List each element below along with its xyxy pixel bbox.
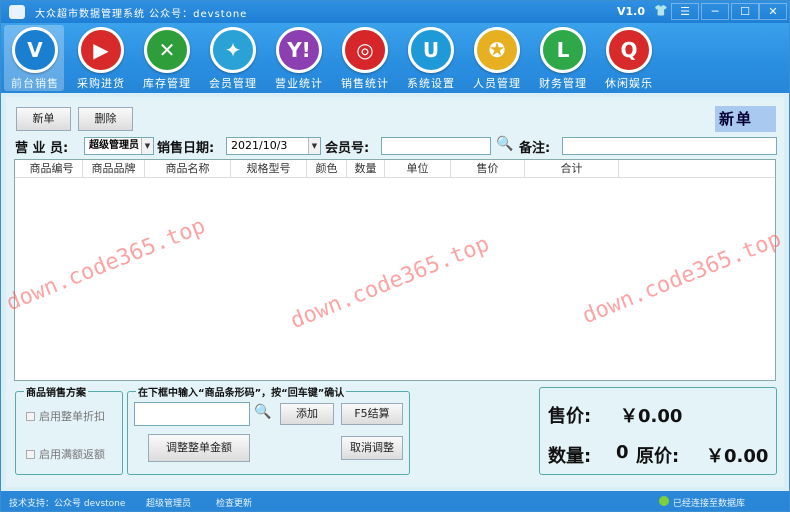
app-logo-icon	[9, 5, 25, 19]
promo-title: 商品销售方案	[24, 384, 88, 399]
db-connected-icon	[659, 496, 669, 506]
toolbar-item-6[interactable]: U 系统设置	[400, 25, 460, 91]
search-icon[interactable]: 🔍	[496, 136, 513, 152]
remark-label: 备注:	[519, 141, 551, 156]
toolbar-item-0[interactable]: V 前台销售	[4, 25, 64, 91]
qty-label: 数量:	[548, 446, 592, 467]
toolbar-label: 会员管理	[209, 77, 257, 90]
date-picker[interactable]: 2021/10/3 ▼	[226, 137, 321, 155]
delete-button[interactable]: 删除	[78, 107, 133, 131]
staff-value: 超级管理员	[89, 140, 139, 151]
sales-grid[interactable]: 商品编号 商品品牌 商品名称 规格型号 颜色 数量 单位 售价 合计	[14, 159, 776, 381]
orig-price-label: 原价:	[636, 446, 680, 467]
toolbar-item-4[interactable]: Y! 营业统计	[268, 25, 328, 91]
cancel-adjust-button[interactable]: 取消调整	[341, 436, 403, 460]
orig-price-value: ￥0.00	[706, 446, 769, 467]
minimize-icon[interactable]: ─	[701, 3, 729, 20]
column-header[interactable]: 商品名称	[145, 160, 231, 178]
discount-label: 启用整单折扣	[39, 410, 105, 423]
rebate-checkbox[interactable]: 启用满额返额	[26, 446, 105, 462]
toolbar-item-7[interactable]: ✪ 人员管理	[466, 25, 526, 91]
checkbox-icon	[26, 412, 35, 421]
support-text: 技术支持：公众号 devstone	[9, 499, 126, 509]
window-title: 大众超市数据管理系统 公众号：devstone	[35, 9, 248, 20]
remark-input[interactable]	[562, 137, 777, 155]
chevron-down-icon[interactable]: ▼	[308, 138, 320, 154]
chevron-down-icon[interactable]: ▼	[141, 138, 153, 154]
toolbar-item-8[interactable]: L 财务管理	[532, 25, 592, 91]
main-toolbar: V 前台销售 ▶ 采购进货 ✕ 库存管理 ✦ 会员管理 Y! 营业统计 ◎ 销售统计 U 系统设置 ✪ 人员管…	[1, 23, 789, 93]
toolbar-label: 前台销售	[11, 77, 59, 90]
column-header[interactable]: 颜色	[307, 160, 347, 178]
column-header[interactable]: 规格型号	[231, 160, 307, 178]
new-order-button[interactable]: 新单	[16, 107, 71, 131]
sales-panel: 新单 删除 新单 营 业 员: 超级管理员 ▼ 销售日期: 2021/10/3 …	[6, 97, 784, 487]
mode-badge: 新单	[715, 106, 776, 132]
column-header[interactable]: 单位	[385, 160, 451, 178]
barcode-group: 在下框中输入“商品条形码”，按“回车键”确认 🔍 添加 F5结算 调整整单金额 …	[127, 384, 410, 475]
current-user: 超级管理员	[146, 499, 192, 509]
toolbar-label: 库存管理	[143, 77, 191, 90]
column-header[interactable]: 数量	[347, 160, 385, 178]
toolbar-item-9[interactable]: Q 休闲娱乐	[598, 25, 658, 91]
column-header[interactable]: 商品编号	[21, 160, 83, 178]
toolbar-label: 系统设置	[407, 77, 455, 90]
play-icon: ▶	[78, 27, 124, 73]
finance-icon: L	[540, 27, 586, 73]
staff-select[interactable]: 超级管理员 ▼	[84, 137, 154, 155]
grid-header: 商品编号 商品品牌 商品名称 规格型号 颜色 数量 单位 售价 合计	[15, 160, 775, 178]
close-icon[interactable]: ✕	[759, 3, 787, 20]
check-update-link[interactable]: 检查更新	[216, 496, 252, 509]
share-icon: ✪	[474, 27, 520, 73]
date-value: 2021/10/3	[231, 139, 288, 152]
price-label: 售价:	[548, 406, 592, 427]
toolbar-label: 休闲娱乐	[605, 77, 653, 90]
toolbar-item-1[interactable]: ▶ 采购进货	[70, 25, 130, 91]
discount-checkbox[interactable]: 启用整单折扣	[26, 408, 105, 424]
price-value: ￥0.00	[620, 406, 683, 427]
title-bar: 大众超市数据管理系统 公众号：devstone V1.0 👕 ☰ ─ ☐ ✕	[1, 1, 789, 23]
toolbar-label: 财务管理	[539, 77, 587, 90]
weibo-icon: ◎	[342, 27, 388, 73]
search-icon[interactable]: 🔍	[254, 404, 271, 420]
barcode-title: 在下框中输入“商品条形码”，按“回车键”确认	[136, 384, 347, 399]
checkout-button[interactable]: F5结算	[341, 403, 403, 425]
checkbox-icon	[26, 450, 35, 459]
toolbar-item-3[interactable]: ✦ 会员管理	[202, 25, 262, 91]
q-icon: Q	[606, 27, 652, 73]
member-label: 会员号:	[325, 141, 370, 156]
toolbar-label: 采购进货	[77, 77, 125, 90]
member-input[interactable]	[381, 137, 491, 155]
barcode-input[interactable]	[134, 402, 250, 426]
promo-group: 商品销售方案 启用整单折扣 启用满额返额	[15, 384, 123, 475]
rebate-label: 启用满额返额	[39, 448, 105, 461]
x-icon: ✕	[144, 27, 190, 73]
qty-value: 0	[616, 442, 629, 463]
menu-icon[interactable]: ☰	[671, 3, 699, 20]
v-icon: V	[12, 27, 58, 73]
star-icon: ✦	[210, 27, 256, 73]
status-bar: 技术支持：公众号 devstone 超级管理员 检查更新 已经连接至数据库	[1, 491, 789, 511]
column-header[interactable]: 商品品牌	[83, 160, 145, 178]
yahoo-icon: Y!	[276, 27, 322, 73]
date-label: 销售日期:	[157, 141, 215, 156]
toolbar-item-2[interactable]: ✕ 库存管理	[136, 25, 196, 91]
db-status: 已经连接至数据库	[673, 499, 746, 509]
column-header[interactable]: 售价	[451, 160, 525, 178]
staff-label: 营 业 员:	[15, 141, 69, 156]
totals-panel: 售价: ￥0.00 数量: 0 原价: ￥0.00	[539, 387, 777, 475]
toolbar-item-5[interactable]: ◎ 销售统计	[334, 25, 394, 91]
version-label: V1.0	[617, 5, 645, 18]
toolbar-label: 营业统计	[275, 77, 323, 90]
toolbar-label: 销售统计	[341, 77, 389, 90]
u-icon: U	[408, 27, 454, 73]
maximize-icon[interactable]: ☐	[731, 3, 759, 20]
toolbar-label: 人员管理	[473, 77, 521, 90]
add-button[interactable]: 添加	[280, 403, 334, 425]
app-window: 大众超市数据管理系统 公众号：devstone V1.0 👕 ☰ ─ ☐ ✕ V…	[0, 0, 790, 512]
column-header[interactable]: 合计	[525, 160, 619, 178]
adjust-total-button[interactable]: 调整整单金额	[148, 434, 250, 462]
skin-icon[interactable]: 👕	[653, 3, 669, 20]
